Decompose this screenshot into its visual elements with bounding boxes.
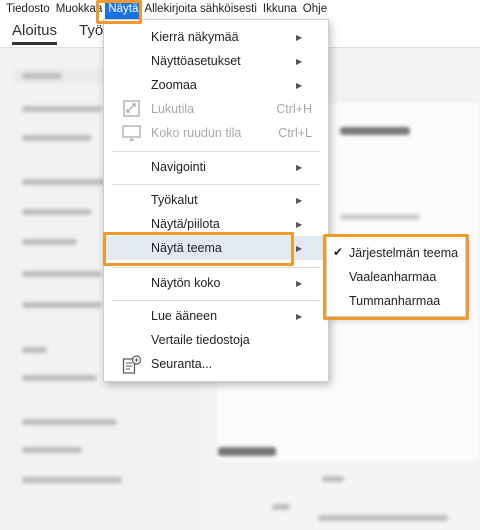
- submenu-arrow-icon: ▶: [296, 219, 303, 229]
- theme-submenu: ✔ Järjestelmän teema Vaaleanharmaa Tumma…: [326, 236, 466, 317]
- menu-item-label: Näytön koko: [151, 276, 221, 290]
- menu-item-label: Vertaile tiedostoja: [151, 333, 250, 347]
- menu-item-label: Näytä teema: [151, 241, 222, 255]
- menu-item-label: Kierrä näkymää: [151, 30, 239, 44]
- tab-aloitus[interactable]: Aloitus: [12, 22, 58, 45]
- tracker-icon: [122, 355, 142, 374]
- menu-ikkuna[interactable]: Ikkuna: [260, 0, 300, 19]
- menu-bar: Tiedosto Muokkaa Näytä Allekirjoita sähk…: [0, 0, 480, 19]
- menu-separator: [112, 184, 320, 185]
- menu-item-nayton-koko[interactable]: Näytön koko ▶: [104, 271, 328, 295]
- menu-ohje[interactable]: Ohje: [300, 0, 330, 19]
- menu-item-nayttoasetukset[interactable]: Näyttöasetukset ▶: [104, 49, 328, 73]
- theme-option-system[interactable]: ✔ Järjestelmän teema: [327, 242, 465, 266]
- menu-item-label: Navigointi: [151, 160, 206, 174]
- theme-option-label: Vaaleanharmaa: [349, 270, 437, 284]
- menu-item-zoomaa[interactable]: Zoomaa ▶: [104, 73, 328, 97]
- menu-item-nayta-piilota[interactable]: Näytä/piilota ▶: [104, 212, 328, 236]
- shortcut-text: Ctrl+L: [278, 126, 312, 140]
- menu-item-lue-aaneen[interactable]: Lue ääneen ▶: [104, 304, 328, 328]
- submenu-arrow-icon: ▶: [296, 195, 303, 205]
- menu-item-label: Zoomaa: [151, 78, 197, 92]
- menu-nayta[interactable]: Näytä: [105, 0, 142, 19]
- theme-option-light-gray[interactable]: Vaaleanharmaa: [327, 266, 465, 290]
- menu-item-label: Näyttöasetukset: [151, 54, 241, 68]
- menu-item-seuranta[interactable]: Seuranta...: [104, 352, 328, 376]
- menu-muokkaa[interactable]: Muokkaa: [53, 0, 106, 19]
- menu-item-tyokalut[interactable]: Työkalut ▶: [104, 188, 328, 212]
- checkmark-icon: ✔: [333, 245, 344, 259]
- reading-mode-icon: [122, 100, 142, 118]
- theme-option-label: Tummanharmaa: [349, 294, 441, 308]
- menu-allekirjoita[interactable]: Allekirjoita sähköisesti: [141, 0, 260, 19]
- submenu-arrow-icon: ▶: [296, 162, 303, 172]
- menu-item-label: Näytä/piilota: [151, 217, 220, 231]
- submenu-arrow-icon: ▶: [296, 32, 303, 42]
- menu-item-nayta-teema[interactable]: Näytä teema ▶: [104, 236, 328, 260]
- submenu-arrow-icon: ▶: [296, 56, 303, 66]
- tab-tyokalut[interactable]: Työ: [79, 22, 103, 39]
- menu-item-label: Lue ääneen: [151, 309, 218, 323]
- menu-item-navigointi[interactable]: Navigointi ▶: [104, 155, 328, 179]
- menu-separator: [112, 267, 320, 268]
- menu-item-label: Seuranta...: [151, 357, 213, 371]
- full-screen-icon: [122, 124, 142, 142]
- menu-item-label: Työkalut: [151, 193, 198, 207]
- menu-item-label: Lukutila: [151, 102, 195, 116]
- menu-tiedosto[interactable]: Tiedosto: [3, 0, 53, 19]
- menu-separator: [112, 151, 320, 152]
- menu-item-koko-ruudun-tila[interactable]: Koko ruudun tila Ctrl+L: [104, 121, 328, 145]
- submenu-arrow-icon: ▶: [296, 80, 303, 90]
- theme-option-label: Järjestelmän teema: [349, 246, 459, 260]
- menu-separator: [112, 300, 320, 301]
- menu-item-vertaile-tiedostoja[interactable]: Vertaile tiedostoja: [104, 328, 328, 352]
- menu-item-kierra-nakymaa[interactable]: Kierrä näkymää ▶: [104, 25, 328, 49]
- shortcut-text: Ctrl+H: [276, 102, 312, 116]
- view-menu-dropdown: Kierrä näkymää ▶ Näyttöasetukset ▶ Zooma…: [103, 19, 329, 382]
- menu-item-label: Koko ruudun tila: [151, 126, 242, 140]
- submenu-arrow-icon: ▶: [296, 278, 303, 288]
- submenu-arrow-icon: ▶: [296, 311, 303, 321]
- theme-option-dark-gray[interactable]: Tummanharmaa: [327, 290, 465, 314]
- submenu-arrow-icon: ▶: [296, 243, 303, 253]
- menu-item-lukutila[interactable]: Lukutila Ctrl+H: [104, 97, 328, 121]
